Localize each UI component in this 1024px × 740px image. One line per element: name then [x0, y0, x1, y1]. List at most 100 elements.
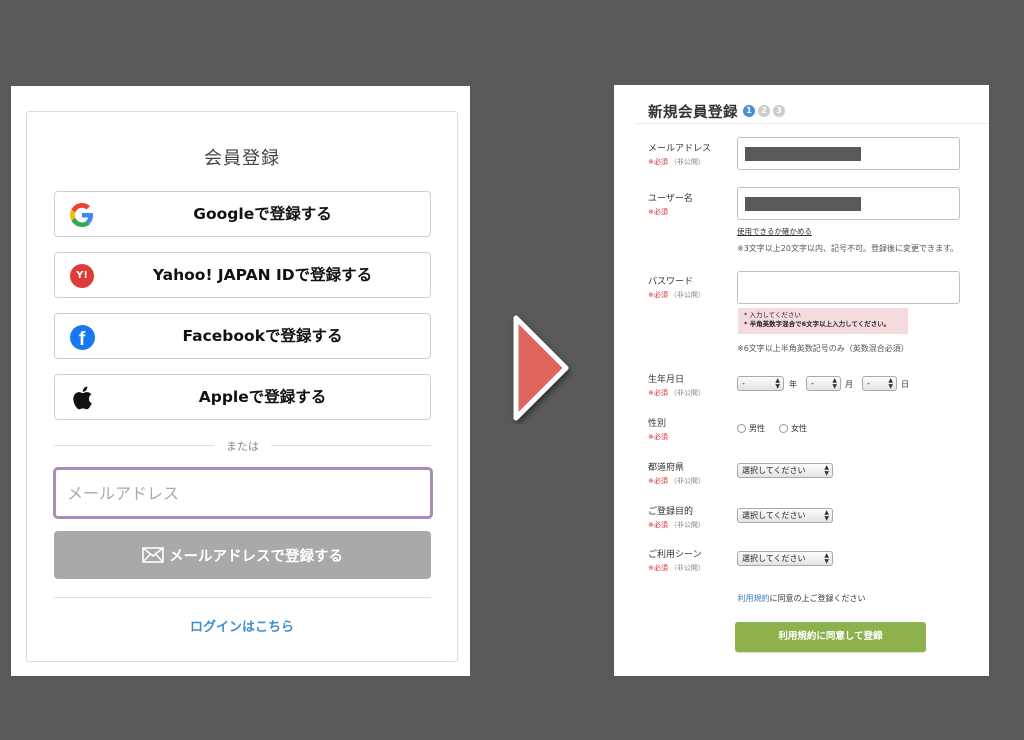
password-error-1: * 入力してください — [744, 311, 801, 319]
step-3-indicator: 3 — [773, 105, 785, 117]
divider-line-right — [271, 445, 431, 446]
password-error-box: * 入力してください * 半角英数字混合で6文字以上入力してください。 — [738, 308, 908, 334]
username-label: ユーザー名 — [648, 194, 693, 204]
required-mark: ※必須 — [648, 477, 668, 485]
redacted-username-value — [745, 197, 861, 211]
purpose-required-note: ※必須 （非公開） — [648, 520, 705, 530]
prefecture-select[interactable]: 選択してください ▲ ▼ — [737, 463, 833, 478]
password-error-2: * 半角英数字混合で6文字以上入力してください。 — [744, 320, 891, 328]
select-arrows-icon: ▲ ▼ — [775, 377, 780, 390]
apple-signup-button[interactable]: Appleで登録する — [54, 374, 431, 420]
terms-link[interactable]: 利用規約 — [738, 594, 770, 603]
day-unit: 日 — [901, 380, 909, 389]
prefecture-value: 選択してください — [742, 466, 806, 475]
check-availability-link[interactable]: 使用できるか確かめる — [737, 226, 812, 237]
birth-month-select[interactable]: - ▲ ▼ — [806, 376, 841, 391]
gender-required-note: ※必須 — [648, 432, 668, 442]
email-input[interactable] — [53, 467, 433, 519]
password-required-note: ※必須 （非公開） — [648, 290, 705, 300]
google-icon — [69, 202, 95, 228]
apple-icon — [69, 385, 95, 411]
terms-notice: 利用規約に同意の上ご登録ください — [614, 593, 989, 604]
required-mark: ※必須 — [648, 564, 668, 572]
scene-select[interactable]: 選択してください ▲ ▼ — [737, 551, 833, 566]
scene-required-note: ※必須 （非公開） — [648, 563, 705, 573]
step-1-indicator: 1 — [743, 105, 755, 117]
right-panel: 新規会員登録 1 2 3 メールアドレス ※必須 （非公開） ユーザー名 ※必須 … — [614, 85, 989, 676]
facebook-signup-button[interactable]: f Facebookで登録する — [54, 313, 431, 359]
required-mark: ※必須 — [648, 389, 668, 397]
birth-day-value: - — [867, 379, 870, 388]
facebook-icon-text: f — [69, 324, 95, 350]
login-link[interactable]: ログインはこちら — [27, 616, 457, 635]
google-signup-button[interactable]: Googleで登録する — [54, 191, 431, 237]
username-required-note: ※必須 — [648, 207, 668, 217]
signup-card: 会員登録 Googleで登録する Y! Yahoo! JAPAN IDで登録する… — [26, 111, 458, 662]
private-mark: （非公開） — [669, 389, 705, 397]
bottom-divider — [54, 597, 431, 598]
yahoo-signup-button[interactable]: Y! Yahoo! JAPAN IDで登録する — [54, 252, 431, 298]
year-unit: 年 — [789, 380, 797, 389]
password-note: ※6文字以上半角英数記号のみ（英数混合必須） — [737, 344, 909, 353]
google-signup-label: Googleで登録する — [193, 205, 332, 223]
signup-title: 会員登録 — [204, 148, 280, 169]
username-field[interactable] — [737, 187, 960, 220]
private-mark: （非公開） — [669, 564, 705, 572]
private-mark: （非公開） — [669, 158, 705, 166]
registration-header: 新規会員登録 1 2 3 — [648, 101, 785, 121]
private-mark: （非公開） — [669, 521, 705, 529]
purpose-value: 選択してください — [742, 511, 806, 520]
yahoo-icon-text: Y! — [70, 264, 94, 288]
select-arrows-icon: ▲ ▼ — [824, 552, 829, 565]
select-arrows-icon: ▲ ▼ — [888, 377, 893, 390]
left-panel: 会員登録 Googleで登録する Y! Yahoo! JAPAN IDで登録する… — [11, 86, 470, 676]
prefecture-required-note: ※必須 （非公開） — [648, 476, 705, 486]
required-mark: ※必須 — [648, 158, 668, 166]
birthday-required-note: ※必須 （非公開） — [648, 388, 705, 398]
password-label: パスワード — [648, 277, 694, 287]
registration-title: 新規会員登録 — [648, 104, 738, 121]
month-unit: 月 — [845, 380, 853, 389]
terms-notice-text: に同意の上ご登録ください — [769, 594, 866, 603]
or-divider: または — [54, 438, 431, 453]
email-label: メールアドレス — [648, 144, 712, 154]
required-mark: ※必須 — [648, 291, 668, 299]
required-mark: ※必須 — [648, 433, 668, 441]
username-note: ※3文字以上20文字以内、記号不可。登録後に変更できます。 — [737, 244, 959, 253]
yahoo-icon: Y! — [69, 263, 95, 289]
required-mark: ※必須 — [648, 521, 668, 529]
birth-year-select[interactable]: - ▲ ▼ — [737, 376, 784, 391]
required-mark: ※必須 — [648, 208, 668, 216]
prefecture-label: 都道府県 — [648, 463, 685, 473]
header-divider — [636, 123, 989, 124]
scene-value: 選択してください — [742, 554, 806, 563]
select-arrows-icon: ▲ ▼ — [824, 509, 829, 522]
or-text: または — [226, 440, 259, 453]
female-radio[interactable] — [779, 424, 788, 433]
private-mark: （非公開） — [669, 291, 705, 299]
select-arrows-icon: ▲ ▼ — [824, 464, 829, 477]
email-required-note: ※必須 （非公開） — [648, 157, 705, 167]
gender-label: 性別 — [648, 419, 667, 429]
facebook-icon: f — [69, 324, 95, 350]
birth-year-value: - — [742, 379, 745, 388]
facebook-signup-label: Facebookで登録する — [182, 327, 343, 345]
right-arrow-icon — [513, 315, 569, 421]
male-radio[interactable] — [737, 424, 746, 433]
step-2-indicator: 2 — [758, 105, 770, 117]
male-label: 男性 — [749, 424, 765, 433]
birth-month-value: - — [811, 379, 814, 388]
purpose-select[interactable]: 選択してください ▲ ▼ — [737, 508, 833, 523]
email-signup-label: メールアドレスで登録する — [169, 548, 343, 565]
email-field[interactable] — [737, 137, 960, 170]
private-mark: （非公開） — [669, 477, 705, 485]
birth-day-select[interactable]: - ▲ ▼ — [862, 376, 897, 391]
apple-signup-label: Appleで登録する — [198, 388, 327, 406]
password-field[interactable] — [737, 271, 960, 304]
redacted-email-value — [745, 147, 861, 161]
email-signup-button[interactable]: メールアドレスで登録する — [54, 531, 431, 579]
mail-icon — [142, 547, 164, 563]
birthday-label: 生年月日 — [648, 375, 685, 385]
select-arrows-icon: ▲ ▼ — [832, 377, 837, 390]
agree-and-register-button[interactable]: 利用規約に同意して登録 — [735, 622, 926, 652]
